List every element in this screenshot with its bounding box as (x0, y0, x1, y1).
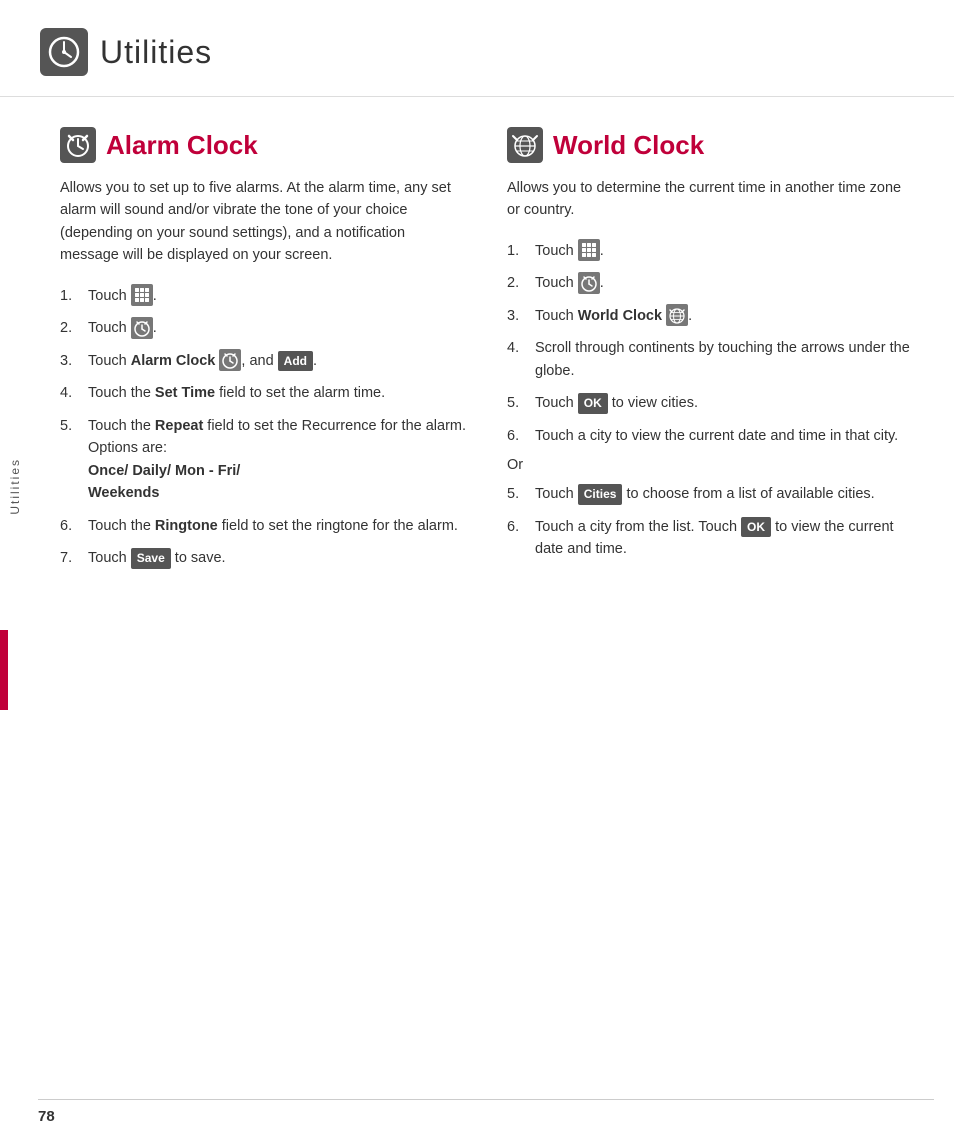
alarm-step-1: 1. Touch . (60, 285, 467, 307)
wc-step-body-1: Touch . (535, 240, 914, 262)
alarm-clock-section-icon (60, 127, 96, 163)
page-title: Utilities (100, 34, 212, 71)
alarm-clock-heading: Alarm Clock (60, 127, 467, 163)
main-content: Alarm Clock Allows you to set up to five… (0, 97, 954, 610)
wc-step-num-5: 5. (507, 392, 535, 414)
world-clock-section: World Clock Allows you to determine the … (507, 127, 914, 580)
alarm-clock-description: Allows you to set up to five alarms. At … (60, 177, 467, 267)
step-num-1: 1. (60, 285, 88, 307)
wc-step-3: 3. Touch World Clock . (507, 305, 914, 327)
add-button-label: Add (278, 351, 313, 372)
alarm-step-3: 3. Touch Alarm Clock , and Add. (60, 350, 467, 372)
alarm-step-4: 4. Touch the Set Time field to set the a… (60, 382, 467, 404)
wc-apps-icon-1 (578, 239, 600, 261)
world-clock-section-icon (507, 127, 543, 163)
step-body-6: Touch the Ringtone field to set the ring… (88, 515, 467, 537)
wc-step-num-6: 6. (507, 425, 535, 447)
save-button-label: Save (131, 548, 171, 569)
wc-world-clock-icon-3 (666, 304, 688, 326)
world-clock-description: Allows you to determine the current time… (507, 177, 914, 222)
sidebar-strip: Utilities (0, 0, 30, 1145)
wc-step-body-3: Touch World Clock . (535, 305, 914, 327)
wc-step-num-2: 2. (507, 272, 535, 294)
step-body-3: Touch Alarm Clock , and Add. (88, 350, 467, 372)
world-clock-heading: World Clock (507, 127, 914, 163)
wc-alt-step-body-5: Touch Cities to choose from a list of av… (535, 483, 914, 505)
cities-button-label: Cities (578, 484, 623, 505)
recurrence-options: Once/ Daily/ Mon - Fri/Weekends (88, 463, 240, 501)
alarm-step-7: 7. Touch Save to save. (60, 547, 467, 569)
wc-alt-step-6: 6. Touch a city from the list. Touch OK … (507, 516, 914, 561)
wc-alt-step-num-5: 5. (507, 483, 535, 505)
ringtone-bold: Ringtone (155, 518, 218, 534)
alarm-clock-section: Alarm Clock Allows you to set up to five… (60, 127, 467, 580)
step-body-4: Touch the Set Time field to set the alar… (88, 382, 467, 404)
clock-icon-small-2 (131, 317, 153, 339)
wc-world-clock-bold: World Clock (578, 308, 662, 324)
step-num-4: 4. (60, 382, 88, 404)
ok-button-label-2: OK (741, 517, 771, 538)
alarm-step-2: 2. Touch . (60, 317, 467, 339)
alarm-clock-steps: 1. Touch . (60, 285, 467, 570)
step-body-2: Touch . (88, 317, 467, 339)
alarm-step-5: 5. Touch the Repeat field to set the Rec… (60, 415, 467, 505)
world-clock-title: World Clock (553, 130, 704, 161)
wc-step-4: 4. Scroll through continents by touching… (507, 337, 914, 382)
wc-step-body-5: Touch OK to view cities. (535, 392, 914, 414)
wc-step-num-1: 1. (507, 240, 535, 262)
wc-step-body-2: Touch . (535, 272, 914, 294)
wc-step-2: 2. Touch . (507, 272, 914, 294)
wc-alt-step-body-6: Touch a city from the list. Touch OK to … (535, 516, 914, 561)
wc-step-6: 6. Touch a city to view the current date… (507, 425, 914, 447)
step-num-3: 3. (60, 350, 88, 372)
set-time-bold: Set Time (155, 385, 215, 401)
wc-alt-step-5: 5. Touch Cities to choose from a list of… (507, 483, 914, 505)
alarm-clock-bold: Alarm Clock (131, 353, 216, 369)
world-clock-steps: 1. Touch . (507, 240, 914, 447)
or-separator: Or (507, 457, 914, 473)
repeat-bold: Repeat (155, 418, 203, 434)
wc-step-num-4: 4. (507, 337, 535, 359)
step-num-2: 2. (60, 317, 88, 339)
bottom-divider (38, 1099, 934, 1100)
step-body-7: Touch Save to save. (88, 547, 467, 569)
world-clock-alt-steps: 5. Touch Cities to choose from a list of… (507, 483, 914, 560)
alarm-step-6: 6. Touch the Ringtone field to set the r… (60, 515, 467, 537)
step-num-6: 6. (60, 515, 88, 537)
wc-alt-step-num-6: 6. (507, 516, 535, 538)
step-num-7: 7. (60, 547, 88, 569)
step-body-1: Touch . (88, 285, 467, 307)
wc-clock-icon-2 (578, 272, 600, 294)
page-header: Utilities (0, 0, 954, 97)
wc-step-body-6: Touch a city to view the current date an… (535, 425, 914, 447)
wc-step-1: 1. Touch . (507, 240, 914, 262)
ok-button-label-1: OK (578, 393, 608, 414)
wc-step-5: 5. Touch OK to view cities. (507, 392, 914, 414)
apps-icon-1 (131, 284, 153, 306)
utilities-header-icon (40, 28, 88, 76)
alarm-clock-title: Alarm Clock (106, 130, 258, 161)
step-num-5: 5. (60, 415, 88, 437)
alarm-clock-icon-3 (219, 349, 241, 371)
page-number: 78 (38, 1108, 55, 1125)
sidebar-label: Utilities (8, 458, 22, 515)
wc-step-num-3: 3. (507, 305, 535, 327)
wc-step-body-4: Scroll through continents by touching th… (535, 337, 914, 382)
sidebar-accent-bar (0, 630, 8, 710)
step-body-5: Touch the Repeat field to set the Recurr… (88, 415, 467, 505)
